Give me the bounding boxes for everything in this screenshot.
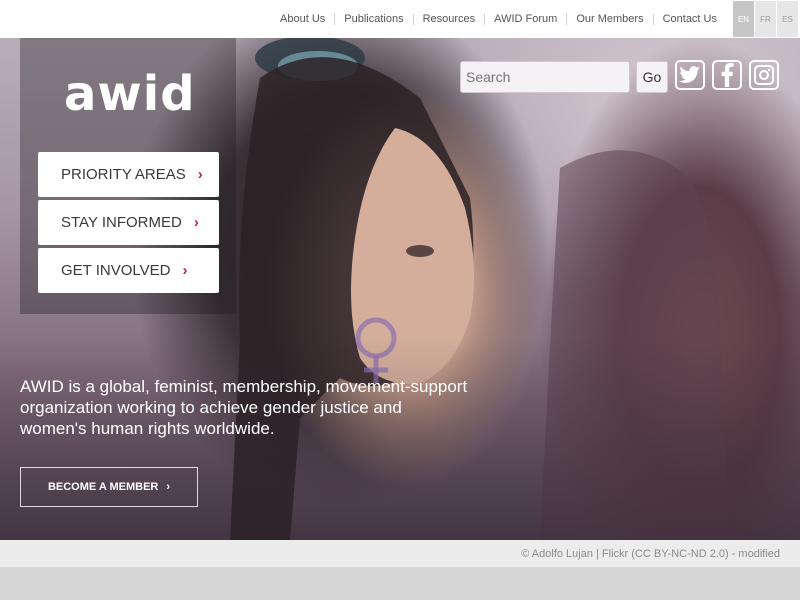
facebook-icon[interactable] [712,60,742,90]
topnav-contact-us[interactable]: Contact Us [652,13,726,25]
menu-item-label: PRIORITY AREAS [61,166,186,183]
chevron-right-icon: › [197,166,203,183]
become-member-label: BECOME A MEMBER [47,481,159,493]
chevron-right-icon: › [166,481,171,493]
hero-tagline: AWID is a global, feminist, membership, … [20,377,468,438]
photo-credit-bar: © Adolfo Lujan | Flickr (CC BY-NC-ND 2.0… [0,540,800,567]
become-member-button[interactable]: BECOME A MEMBER › [20,467,198,507]
menu-stay-informed-button[interactable]: STAY INFORMED › [38,200,219,245]
language-en[interactable]: EN [733,1,754,37]
topnav-awid-forum[interactable]: AWID Forum [484,13,566,25]
hero-overlay [0,338,800,540]
menu-get-involved-button[interactable]: GET INVOLVED › [38,248,219,293]
language-es[interactable]: ES [777,1,798,37]
menu-priority-areas-button[interactable]: PRIORITY AREAS › [38,152,219,197]
chevron-right-icon: › [182,262,188,279]
awid-logo[interactable]: awid [64,68,196,120]
language-fr[interactable]: FR [755,1,776,37]
topnav-resources[interactable]: Resources [412,13,485,25]
topnav-publications[interactable]: Publications [334,13,412,25]
menu-item-label: STAY INFORMED [61,214,182,231]
chevron-right-icon: › [193,214,199,231]
twitter-icon[interactable] [675,60,705,90]
hero-section: awid PRIORITY AREAS › STAY INFORMED › GE… [0,38,800,540]
instagram-icon[interactable] [749,60,779,90]
menu-item-label: GET INVOLVED [61,262,171,279]
topnav-our-members[interactable]: Our Members [566,13,652,25]
search-input[interactable] [460,61,630,93]
search-go-button[interactable]: Go [636,61,668,93]
topnav-about-us[interactable]: About Us [271,13,334,25]
language-switcher: EN FR ES [732,1,798,37]
footer [0,567,800,600]
top-nav: About Us Publications Resources AWID For… [271,0,726,38]
top-bar: About Us Publications Resources AWID For… [0,0,800,38]
photo-credit[interactable]: © Adolfo Lujan | Flickr (CC BY-NC-ND 2.0… [521,548,780,560]
